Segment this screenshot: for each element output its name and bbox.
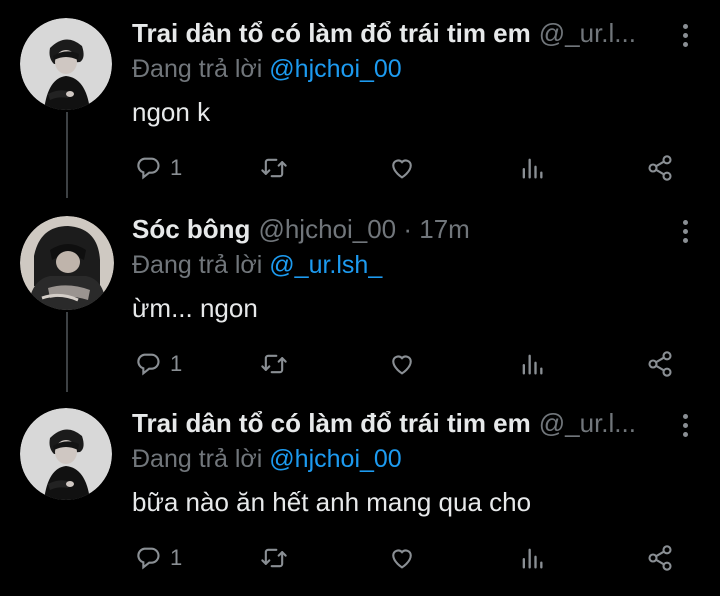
more-vertical-icon[interactable] [680, 18, 690, 52]
tweet-actions: 1 [132, 540, 692, 576]
reply-button[interactable]: 1 [134, 540, 182, 576]
share-button[interactable] [646, 150, 674, 186]
reply-count: 1 [170, 351, 183, 376]
share-button[interactable] [646, 346, 674, 382]
username-handle[interactable]: @_ur.l... [539, 408, 636, 439]
reply-count: 1 [170, 545, 183, 570]
reply-icon [137, 157, 160, 180]
like-button[interactable] [388, 150, 416, 186]
username-handle[interactable]: @hjchoi_00 · 17m [258, 214, 469, 245]
views-icon [522, 354, 543, 375]
views-icon [522, 158, 543, 179]
reply-thread: Trai dân tổ có làm đổ trái tim em @_ur.l… [0, 0, 720, 596]
more-vertical-icon[interactable] [680, 214, 690, 248]
reply-icon [137, 353, 160, 376]
heart-icon [392, 549, 412, 569]
tweet-text: bữa nào ăn hết anh mang qua cho [132, 487, 532, 517]
heart-icon [392, 355, 412, 375]
reply-button[interactable]: 1 [134, 150, 182, 186]
tweet-header: Trai dân tổ có làm đổ trái tim em @_ur.l… [132, 18, 720, 52]
tweet-header: Trai dân tổ có làm đổ trái tim em @_ur.l… [132, 408, 720, 442]
replying-to: Đang trả lời @hjchoi_00 [132, 55, 720, 85]
replying-to-label: Đang trả lời [132, 445, 263, 473]
retweet-button[interactable] [260, 346, 288, 382]
tweet[interactable]: Sóc bông @hjchoi_00 · 17m Đang trả lời @… [0, 196, 720, 392]
retweet-button[interactable] [260, 150, 288, 186]
share-button[interactable] [646, 540, 674, 576]
avatar[interactable] [20, 408, 112, 500]
display-name[interactable]: Sóc bông [132, 214, 250, 245]
reply-mention-link[interactable]: @hjchoi_00 [269, 55, 401, 83]
tweet-actions: 1 [132, 150, 692, 186]
replying-to-label: Đang trả lời [132, 55, 263, 83]
more-vertical-icon[interactable] [680, 408, 690, 442]
username-handle[interactable]: @_ur.l... [539, 18, 636, 49]
reply-mention-link[interactable]: @_ur.lsh_ [269, 251, 382, 279]
reply-icon [137, 547, 160, 570]
share-icon [648, 155, 672, 181]
replying-to-label: Đang trả lời [132, 251, 263, 279]
tweet-content: Trai dân tổ có làm đổ trái tim em @_ur.l… [132, 18, 720, 131]
retweet-icon [261, 548, 287, 568]
retweet-button[interactable] [260, 540, 288, 576]
tweet-header: Sóc bông @hjchoi_00 · 17m [132, 214, 720, 248]
replying-to: Đang trả lời @hjchoi_00 [132, 445, 720, 475]
views-icon [522, 548, 543, 569]
replying-to: Đang trả lời @_ur.lsh_ [132, 251, 720, 281]
like-button[interactable] [388, 540, 416, 576]
display-name[interactable]: Trai dân tổ có làm đổ trái tim em [132, 408, 531, 439]
like-button[interactable] [388, 346, 416, 382]
reply-button[interactable]: 1 [134, 346, 182, 382]
views-button[interactable] [518, 150, 546, 186]
reply-mention-link[interactable]: @hjchoi_00 [269, 445, 401, 473]
avatar[interactable] [20, 18, 112, 110]
thread-connector-line [66, 112, 68, 198]
avatar[interactable] [20, 216, 114, 310]
views-button[interactable] [518, 346, 546, 382]
tweet-content: Trai dân tổ có làm đổ trái tim em @_ur.l… [132, 408, 720, 521]
retweet-icon [261, 158, 287, 178]
tweet-text: ừm... ngon [132, 293, 258, 323]
share-icon [648, 351, 672, 377]
tweet-content: Sóc bông @hjchoi_00 · 17m Đang trả lời @… [132, 214, 720, 327]
tweet[interactable]: Trai dân tổ có làm đổ trái tim em @_ur.l… [0, 0, 720, 198]
tweet-text: ngon k [132, 97, 211, 127]
views-button[interactable] [518, 540, 546, 576]
retweet-icon [261, 354, 287, 374]
share-icon [648, 545, 672, 571]
display-name[interactable]: Trai dân tổ có làm đổ trái tim em [132, 18, 531, 49]
heart-icon [392, 159, 412, 179]
tweet-actions: 1 [132, 346, 692, 382]
tweet[interactable]: Trai dân tổ có làm đổ trái tim em @_ur.l… [0, 390, 720, 586]
thread-connector-line [66, 312, 68, 392]
reply-count: 1 [170, 155, 183, 180]
